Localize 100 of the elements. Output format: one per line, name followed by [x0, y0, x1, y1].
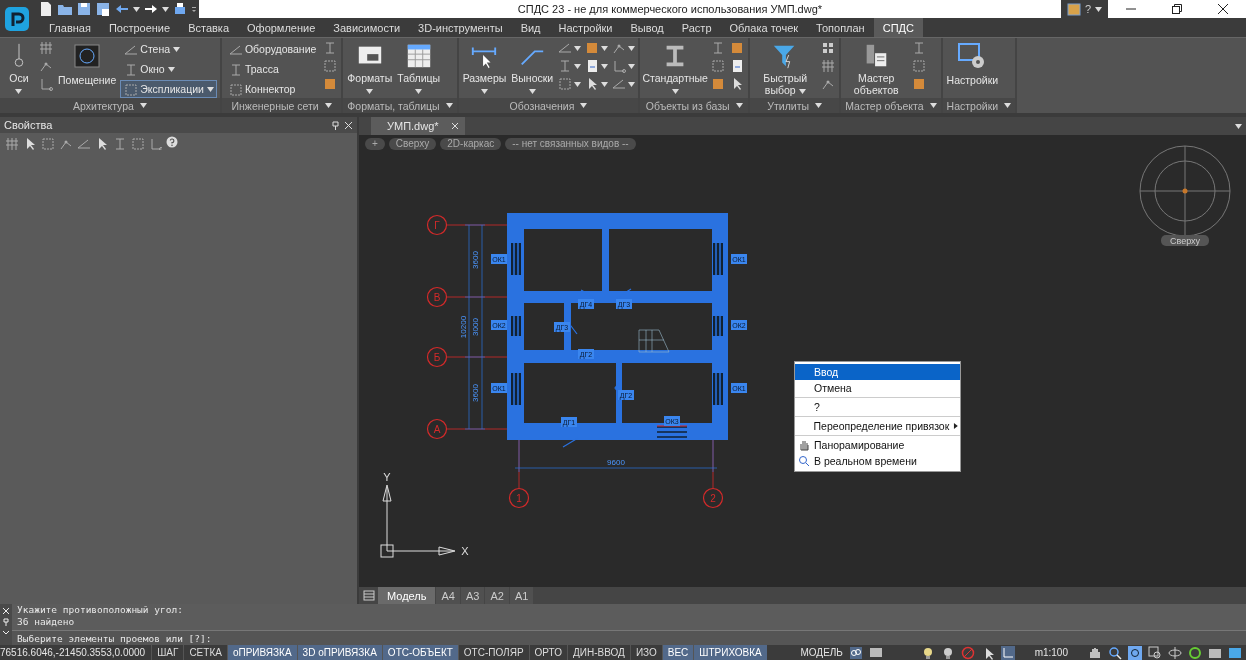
caret-icon[interactable]: [574, 63, 582, 69]
caret-icon[interactable]: [628, 63, 636, 69]
layout-tab[interactable]: Модель: [378, 587, 436, 604]
layouts-icon[interactable]: [361, 587, 377, 604]
caret-icon[interactable]: [15, 89, 23, 94]
layout-tab[interactable]: A3: [460, 587, 485, 604]
status-toggle[interactable]: 3D оПРИВЯЗКА: [296, 645, 382, 660]
caret-icon[interactable]: [798, 89, 806, 94]
ribbon-tab[interactable]: 3D-инструменты: [409, 18, 512, 37]
status-toggle[interactable]: ОРТО: [528, 645, 567, 660]
status-toggle[interactable]: ВЕС: [661, 645, 694, 660]
status-toggle[interactable]: ДИН-ВВОД: [567, 645, 630, 660]
layout-tab[interactable]: A2: [485, 587, 509, 604]
caret-icon[interactable]: [601, 81, 609, 87]
print-icon[interactable]: [172, 1, 188, 17]
help-icon[interactable]: [166, 136, 178, 148]
save-icon[interactable]: [76, 1, 92, 17]
ribbon-tab[interactable]: Вид: [511, 18, 550, 37]
viewport-control[interactable]: 2D-каркас: [440, 138, 502, 150]
ribbon-small-button[interactable]: Оборудование: [224, 40, 320, 58]
menu-item[interactable]: В реальном времени: [795, 453, 960, 469]
ribbon-small-button[interactable]: Трасса: [224, 60, 320, 78]
save-as-icon[interactable]: [95, 1, 111, 17]
grid-icon[interactable]: [820, 58, 837, 74]
viewport-control[interactable]: -- нет связанных видов --: [505, 138, 636, 150]
layout-tab[interactable]: A1: [509, 587, 534, 604]
caret-icon[interactable]: [574, 45, 582, 51]
ribbon-button[interactable]: Оси: [3, 40, 35, 98]
ribbon-tab[interactable]: Главная: [40, 18, 100, 37]
view-cube-face[interactable]: Сверху: [1161, 235, 1209, 246]
caret-icon[interactable]: [1095, 6, 1102, 12]
monitor-icon[interactable]: [868, 645, 883, 660]
zoom-window-icon[interactable]: [1128, 645, 1142, 660]
ribbon-small-button[interactable]: Окно: [120, 60, 217, 78]
ribbon-tab[interactable]: Настройки: [549, 18, 622, 37]
caret-icon[interactable]: [2, 629, 10, 637]
caret-icon[interactable]: [162, 6, 169, 12]
caret-icon[interactable]: [173, 46, 181, 52]
caret-icon[interactable]: [480, 89, 488, 94]
help-button[interactable]: ?: [1084, 3, 1091, 15]
caret-icon[interactable]: [133, 6, 140, 12]
grid-icon[interactable]: [38, 40, 54, 56]
caret-icon[interactable]: [628, 81, 636, 87]
zoom-icon[interactable]: [1108, 645, 1122, 660]
status-toggle[interactable]: ОТС-ОБЪЕКТ: [381, 645, 458, 660]
pin-icon[interactable]: [2, 618, 10, 626]
menu-item[interactable]: Переопределение привязок: [795, 418, 960, 434]
customize-icon[interactable]: [191, 4, 197, 14]
ribbon-tab[interactable]: Вставка: [179, 18, 239, 37]
status-toggle[interactable]: ОТС-ПОЛЯР: [457, 645, 529, 660]
caret-icon[interactable]: [735, 103, 743, 108]
status-toggle[interactable]: оПРИВЯЗКА: [226, 645, 297, 660]
ribbon-tab[interactable]: Облака точек: [720, 18, 808, 37]
scale-button[interactable]: m1:100: [1020, 647, 1082, 658]
new-file-icon[interactable]: [38, 1, 54, 17]
caret-icon[interactable]: [139, 103, 147, 108]
caret-icon[interactable]: [601, 45, 609, 51]
orbit-icon[interactable]: [1168, 645, 1182, 660]
menu-item[interactable]: Отмена: [795, 380, 960, 396]
viewport-icon[interactable]: [848, 645, 863, 660]
layout-tab[interactable]: A4: [436, 587, 460, 604]
close-icon[interactable]: [1218, 4, 1228, 14]
fullscreen-icon[interactable]: [1228, 645, 1242, 660]
ribbon-button[interactable]: Таблицы: [396, 40, 442, 98]
view-cube-compass[interactable]: [1139, 145, 1231, 237]
caret-icon[interactable]: [366, 89, 374, 94]
status-toggle[interactable]: ШАГ: [151, 645, 184, 660]
ribbon-button[interactable]: Размеры: [461, 40, 508, 98]
status-toggle[interactable]: СЕТКА: [183, 645, 227, 660]
ribbon-button[interactable]: Форматы: [346, 40, 394, 98]
workspace-icon[interactable]: [1066, 2, 1081, 16]
ribbon-tab[interactable]: СПДС: [873, 18, 923, 37]
no-entry-icon[interactable]: [960, 645, 975, 660]
axes-icon[interactable]: [1000, 645, 1015, 660]
ribbon-tab[interactable]: Зависимости: [324, 18, 410, 37]
app-logo-icon[interactable]: [4, 5, 30, 32]
ribbon-button[interactable]: Быстрый выбор: [753, 40, 818, 98]
status-toggle[interactable]: ШТРИХОВКА: [693, 645, 767, 660]
viewport-control[interactable]: +: [365, 138, 385, 150]
caret-icon[interactable]: [628, 45, 636, 51]
menu-item[interactable]: Панорамирование: [795, 437, 960, 453]
caret-icon[interactable]: [167, 66, 175, 72]
restore-icon[interactable]: [1172, 4, 1182, 14]
zoom-extents-icon[interactable]: [1148, 645, 1162, 660]
ribbon-small-button[interactable]: Коннектор: [224, 80, 320, 98]
ribbon-button[interactable]: Мастер объектов: [844, 40, 909, 98]
menu-item[interactable]: Ввод: [795, 364, 960, 380]
caret-icon[interactable]: [929, 103, 937, 108]
menu-item[interactable]: ?: [795, 399, 960, 415]
ribbon-small-button[interactable]: Стена: [120, 40, 217, 58]
ribbon-button[interactable]: Стандартные: [643, 40, 708, 98]
caret-icon[interactable]: [1004, 103, 1012, 108]
caret-icon[interactable]: [601, 63, 609, 69]
caret-icon[interactable]: [580, 103, 588, 108]
ribbon-button[interactable]: Помещение: [57, 40, 118, 98]
caret-icon[interactable]: [324, 103, 332, 108]
caret-icon[interactable]: [815, 103, 823, 108]
viewport-control[interactable]: Сверху: [388, 138, 437, 150]
caret-icon[interactable]: [528, 89, 536, 94]
ribbon-button[interactable]: Настройки: [945, 40, 1000, 98]
